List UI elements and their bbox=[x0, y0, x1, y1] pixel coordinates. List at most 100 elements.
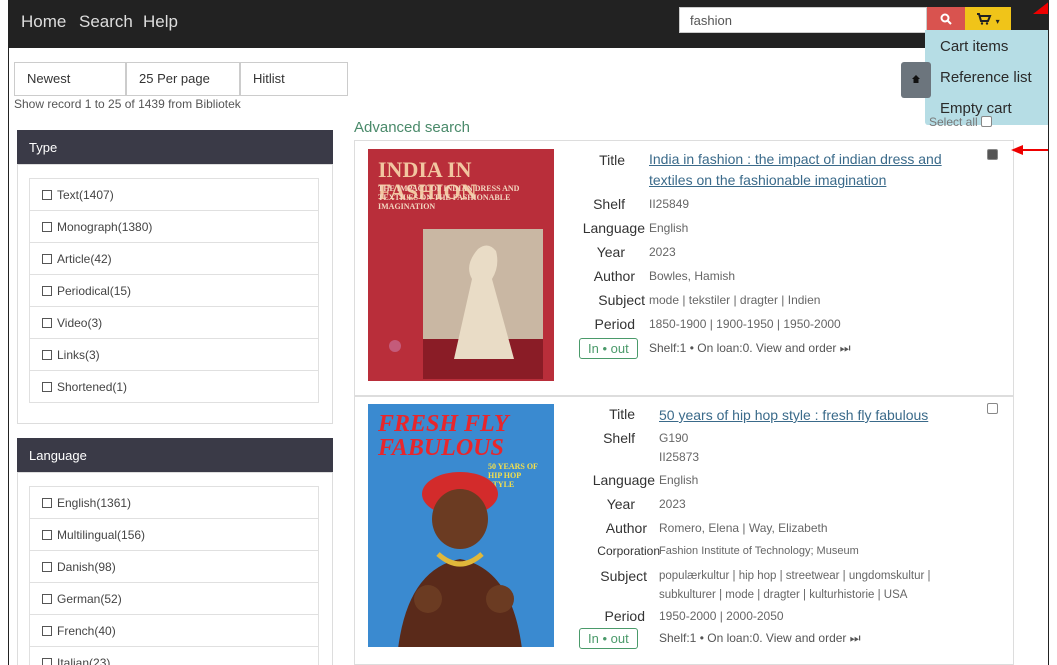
checkbox[interactable] bbox=[42, 562, 52, 572]
checkbox[interactable] bbox=[42, 190, 52, 200]
facet-item[interactable]: French(40) bbox=[29, 614, 319, 647]
result-title-link[interactable]: 50 years of hip hop style : fresh fly fa… bbox=[659, 405, 979, 426]
seal-icon bbox=[389, 340, 401, 352]
facet-item[interactable]: German(52) bbox=[29, 582, 319, 615]
search-input[interactable]: fashion bbox=[679, 7, 927, 33]
checkbox[interactable] bbox=[42, 286, 52, 296]
checkbox[interactable] bbox=[42, 658, 52, 665]
language-value: English bbox=[649, 221, 689, 235]
facet-type-header[interactable]: Type bbox=[17, 130, 333, 164]
checkbox[interactable] bbox=[42, 318, 52, 328]
subject-value: populærkultur | hip hop | streetwear | u… bbox=[659, 570, 931, 601]
checkbox[interactable] bbox=[42, 350, 52, 360]
author-value: Romero, Elena | Way, Elizabeth bbox=[659, 521, 828, 535]
facet-item-label: Video(3) bbox=[57, 316, 103, 330]
view-select[interactable]: Hitlist bbox=[240, 62, 348, 96]
facet-language-list: English(1361) Multilingual(156) Danish(9… bbox=[29, 486, 319, 665]
select-all-label: Select all bbox=[929, 115, 978, 129]
label-language: Language bbox=[582, 220, 645, 236]
label-title: Title bbox=[609, 406, 635, 422]
facet-item[interactable]: Italian(23) bbox=[29, 646, 319, 665]
period-value: 1850-1900 | 1900-1950 | 1950-2000 bbox=[649, 317, 841, 331]
facet-item-label: English(1361) bbox=[57, 496, 132, 510]
corporation-value: Fashion Institute of Technology; Museum bbox=[659, 545, 859, 557]
loan-status[interactable]: Shelf:1 • On loan:0. View and order ⏭ bbox=[649, 341, 851, 356]
facet-item[interactable]: Links(3) bbox=[29, 338, 319, 371]
facet-item[interactable]: English(1361) bbox=[29, 486, 319, 519]
facet-language-header[interactable]: Language bbox=[17, 438, 333, 472]
annotation-arrowhead-icon bbox=[1033, 2, 1048, 14]
facet-item[interactable]: Video(3) bbox=[29, 306, 319, 339]
label-title: Title bbox=[599, 152, 625, 168]
label-period: Period bbox=[604, 608, 645, 624]
home-button[interactable] bbox=[901, 62, 931, 98]
select-all-checkbox[interactable] bbox=[981, 116, 993, 127]
facet-item-label: Periodical(15) bbox=[57, 284, 132, 298]
shelf-value-2: II25873 bbox=[659, 450, 700, 464]
facet-item-label: Links(3) bbox=[57, 348, 100, 362]
nav-search[interactable]: Search bbox=[79, 12, 133, 32]
label-shelf: Shelf bbox=[593, 196, 625, 212]
checkbox[interactable] bbox=[42, 530, 52, 540]
sort-select[interactable]: Newest bbox=[14, 62, 126, 96]
facet-item-label: Text(1407) bbox=[57, 188, 114, 202]
top-navbar: Home Search Help fashion ▾ bbox=[9, 0, 1048, 48]
facet-item[interactable]: Text(1407) bbox=[29, 178, 319, 211]
shelf-value: G190 bbox=[659, 431, 689, 445]
advanced-search-link[interactable]: Advanced search bbox=[354, 119, 470, 136]
menu-item-reference-list[interactable]: Reference list bbox=[940, 69, 1032, 86]
result-card: INDIA IN FASHION THE IMPACT OF INDIAN DR… bbox=[354, 140, 1014, 396]
shelf-value: II25849 bbox=[649, 197, 690, 211]
facet-item[interactable]: Monograph(1380) bbox=[29, 210, 319, 243]
checkbox[interactable] bbox=[42, 594, 52, 604]
availability-badge[interactable]: In • out bbox=[579, 338, 638, 359]
menu-item-cart-items[interactable]: Cart items bbox=[940, 38, 1008, 55]
search-icon bbox=[940, 13, 952, 25]
label-subject: Subject bbox=[598, 292, 645, 308]
subject-value: mode | tekstiler | dragter | Indien bbox=[649, 293, 821, 307]
facet-type-list: Text(1407) Monograph(1380) Article(42) P… bbox=[29, 178, 319, 403]
author-value: Bowles, Hamish bbox=[649, 269, 736, 283]
facet-item-label: Danish(98) bbox=[57, 560, 116, 574]
facet-item[interactable]: Periodical(15) bbox=[29, 274, 319, 307]
cover-photo bbox=[398, 472, 522, 647]
label-year: Year bbox=[596, 244, 625, 260]
checkbox[interactable] bbox=[42, 222, 52, 232]
per-page-select[interactable]: 25 Per page bbox=[126, 62, 240, 96]
language-value: English bbox=[659, 473, 699, 487]
book-cover[interactable]: FRESH FLY FABULOUS 50 YEARS OF HIP HOP S… bbox=[368, 404, 554, 647]
facet-item-label: Italian(23) bbox=[57, 656, 111, 665]
cover-title: FRESH FLY FABULOUS bbox=[378, 411, 508, 461]
facet-item[interactable]: Shortened(1) bbox=[29, 370, 319, 403]
checkbox[interactable] bbox=[42, 626, 52, 636]
select-all[interactable]: Select all bbox=[929, 115, 993, 129]
checkbox[interactable] bbox=[42, 254, 52, 264]
facet-item-label: French(40) bbox=[57, 624, 116, 638]
period-value: 1950-2000 | 2000-2050 bbox=[659, 609, 784, 623]
cart-icon bbox=[977, 13, 992, 25]
facet-item[interactable]: Danish(98) bbox=[29, 550, 319, 583]
result-checkbox[interactable] bbox=[987, 403, 998, 414]
checkbox[interactable] bbox=[42, 382, 52, 392]
checkbox[interactable] bbox=[42, 498, 52, 508]
label-author: Author bbox=[593, 268, 635, 284]
label-subject: Subject bbox=[600, 568, 647, 584]
facet-item-label: German(52) bbox=[57, 592, 122, 606]
label-corporation: Corporation bbox=[597, 544, 660, 558]
facet-item-label: Monograph(1380) bbox=[57, 220, 153, 234]
book-cover[interactable]: INDIA IN FASHION THE IMPACT OF INDIAN DR… bbox=[368, 149, 554, 381]
result-title-link[interactable]: India in fashion : the impact of indian … bbox=[649, 149, 969, 191]
result-card: FRESH FLY FABULOUS 50 YEARS OF HIP HOP S… bbox=[354, 396, 1014, 665]
facet-item-label: Shortened(1) bbox=[57, 380, 128, 394]
annotation-arrow-line bbox=[1021, 149, 1048, 151]
chevron-down-icon: ▾ bbox=[995, 17, 1000, 26]
facet-item[interactable]: Multilingual(156) bbox=[29, 518, 319, 551]
availability-badge[interactable]: In • out bbox=[579, 628, 638, 649]
label-period: Period bbox=[594, 316, 635, 332]
nav-help[interactable]: Help bbox=[143, 12, 178, 32]
nav-home[interactable]: Home bbox=[21, 12, 66, 32]
result-checkbox[interactable] bbox=[987, 149, 998, 160]
facet-item[interactable]: Article(42) bbox=[29, 242, 319, 275]
label-shelf: Shelf bbox=[603, 430, 635, 446]
loan-status[interactable]: Shelf:1 • On loan:0. View and order ⏭ bbox=[659, 631, 861, 646]
